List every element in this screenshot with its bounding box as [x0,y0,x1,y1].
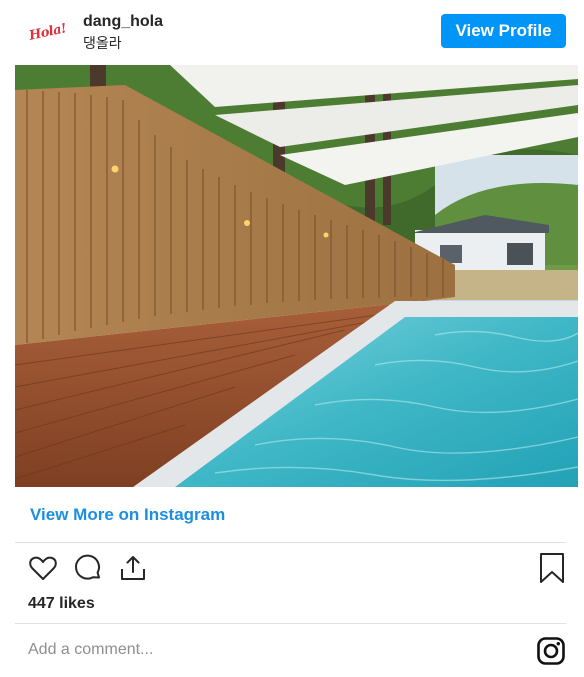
avatar-logo-text: Hola! [28,20,68,44]
view-more-on-instagram-link[interactable]: View More on Instagram [30,505,225,525]
heart-icon[interactable] [27,552,59,584]
share-icon[interactable] [117,552,149,584]
comment-icon[interactable] [72,552,104,584]
instagram-icon[interactable] [536,636,566,666]
username[interactable]: dang_hola [83,13,163,31]
divider [15,542,566,543]
profile-subtitle: 댕올라 [83,35,122,51]
divider [15,623,566,624]
view-profile-button[interactable]: View Profile [441,14,566,48]
avatar[interactable]: Hola! [28,14,68,50]
post-image[interactable] [15,65,578,487]
likes-count: 447 likes [28,595,95,612]
bookmark-icon[interactable] [536,551,568,585]
post-header: Hola! dang_hola 댕올라 View Profile [0,0,584,64]
pool-deck-photo [15,65,578,487]
add-comment-input[interactable]: Add a comment... [28,641,153,659]
